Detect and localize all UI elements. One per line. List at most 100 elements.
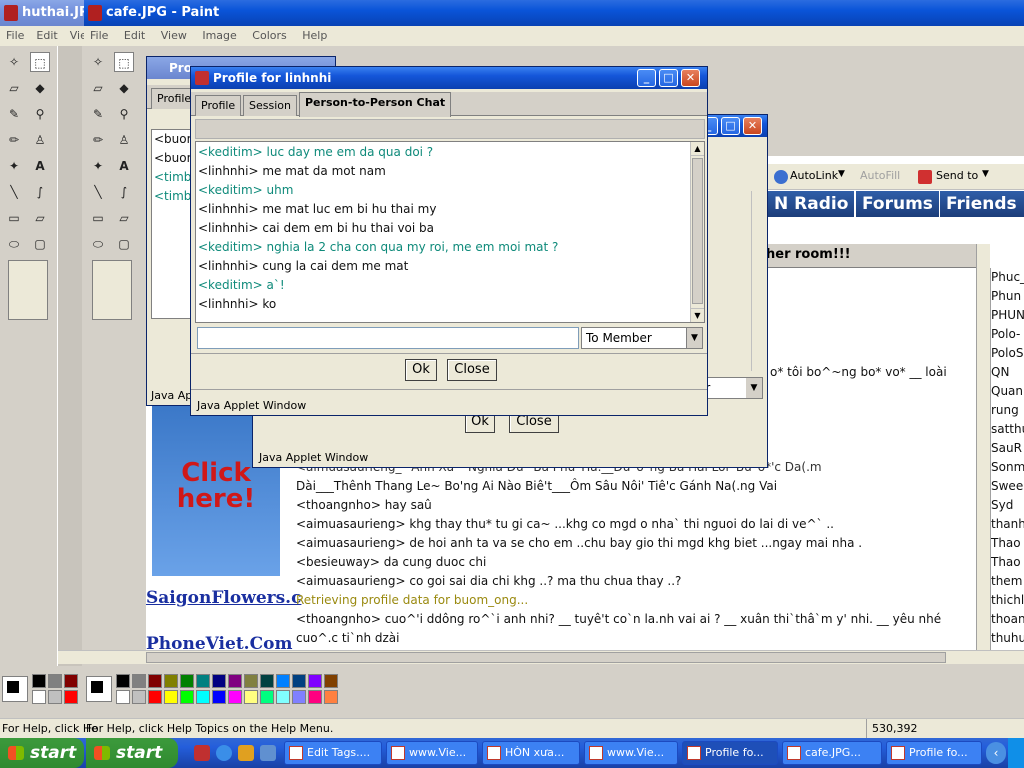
autofill-button[interactable]: AutoFill bbox=[860, 169, 900, 182]
link-saigonflowers[interactable]: SaigonFlowers.c bbox=[146, 588, 301, 608]
ellipse-icon[interactable]: ⬭ bbox=[4, 234, 24, 254]
app-quicklaunch-icon[interactable] bbox=[238, 745, 254, 761]
menu-view[interactable]: View bbox=[161, 29, 187, 42]
color-swatch[interactable] bbox=[212, 674, 226, 688]
paint-quicklaunch-icon[interactable] bbox=[194, 745, 210, 761]
hscroll-thumb[interactable] bbox=[146, 652, 946, 663]
user-item[interactable]: them bbox=[991, 572, 1024, 591]
color-swatch[interactable] bbox=[276, 674, 290, 688]
menu-edit[interactable]: Edit bbox=[36, 29, 57, 42]
polygon-icon[interactable]: ▱ bbox=[30, 208, 50, 228]
color-swatch[interactable] bbox=[48, 690, 62, 704]
tool-options-box[interactable] bbox=[92, 260, 132, 320]
pencil-icon[interactable]: ✏ bbox=[4, 130, 24, 150]
tab-session[interactable]: Session bbox=[243, 95, 297, 116]
fill-icon[interactable]: ◆ bbox=[114, 78, 134, 98]
chat-message-input[interactable] bbox=[197, 327, 579, 349]
minimize-icon[interactable]: _ bbox=[637, 69, 656, 87]
menu-help[interactable]: Help bbox=[302, 29, 327, 42]
color-swatch[interactable] bbox=[260, 690, 274, 704]
task-profile-1[interactable]: Profile fo... bbox=[682, 741, 778, 765]
chevron-down-icon[interactable]: ▼ bbox=[746, 378, 762, 398]
fill-icon[interactable]: ◆ bbox=[30, 78, 50, 98]
rectangle-icon[interactable]: ▭ bbox=[4, 208, 24, 228]
color-swatch[interactable] bbox=[324, 690, 338, 704]
user-item[interactable]: PHUN bbox=[991, 306, 1024, 325]
color-swatch[interactable] bbox=[180, 690, 194, 704]
color-swatch[interactable] bbox=[292, 674, 306, 688]
maximize-icon[interactable]: □ bbox=[721, 117, 740, 135]
user-list[interactable]: Phuc_ Phun PHUN Polo- PoloS QN Quan rung… bbox=[990, 268, 1024, 650]
send-to-button[interactable]: Send to bbox=[936, 169, 978, 182]
desktop-quicklaunch-icon[interactable] bbox=[260, 745, 276, 761]
color-swatch[interactable] bbox=[292, 690, 306, 704]
line-icon[interactable]: ╲ bbox=[4, 182, 24, 202]
user-item[interactable]: Swee bbox=[991, 477, 1024, 496]
tab-person-to-person-chat[interactable]: Person-to-Person Chat bbox=[299, 92, 452, 117]
canvas-hscrollbar[interactable] bbox=[58, 650, 1024, 664]
color-swatch[interactable] bbox=[132, 690, 146, 704]
color-swatch[interactable] bbox=[116, 690, 130, 704]
curve-icon[interactable]: ∫ bbox=[30, 182, 50, 202]
nav-radio[interactable]: N Radio bbox=[768, 191, 855, 217]
task-www-vie-1[interactable]: www.Vie... bbox=[386, 741, 478, 765]
color-swatch[interactable] bbox=[228, 674, 242, 688]
link-phoneviet[interactable]: PhoneViet.Com bbox=[146, 634, 292, 650]
color-swatch[interactable] bbox=[148, 674, 162, 688]
user-item[interactable]: Syd bbox=[991, 496, 1024, 515]
close-button[interactable]: Close bbox=[447, 359, 497, 381]
rounded-rect-icon[interactable]: ▢ bbox=[114, 234, 134, 254]
ok-button[interactable]: Ok bbox=[405, 359, 437, 381]
brush-icon[interactable]: ♙ bbox=[114, 130, 134, 150]
color-swatch[interactable] bbox=[308, 690, 322, 704]
start-button-2[interactable]: start bbox=[86, 738, 178, 768]
close-icon[interactable]: ✕ bbox=[681, 69, 700, 87]
user-item[interactable]: Thao bbox=[991, 534, 1024, 553]
free-select-icon[interactable]: ✧ bbox=[88, 52, 108, 72]
color-swatch[interactable] bbox=[116, 674, 130, 688]
color-swatch[interactable] bbox=[164, 674, 178, 688]
pencil-icon[interactable]: ✏ bbox=[88, 130, 108, 150]
task-www-vie-2[interactable]: www.Vie... bbox=[584, 741, 678, 765]
color-swatch[interactable] bbox=[132, 674, 146, 688]
menu-edit[interactable]: Edit bbox=[124, 29, 145, 42]
color-swatch[interactable] bbox=[180, 674, 194, 688]
ie-quicklaunch-icon[interactable] bbox=[216, 745, 232, 761]
color-swatch[interactable] bbox=[196, 674, 210, 688]
scroll-up-icon[interactable]: ▲ bbox=[691, 142, 704, 156]
tab-profile[interactable]: Profile bbox=[195, 95, 242, 116]
chevron-down-icon[interactable]: ▼ bbox=[838, 169, 845, 179]
line-icon[interactable]: ╲ bbox=[88, 182, 108, 202]
ellipse-icon[interactable]: ⬭ bbox=[88, 234, 108, 254]
nav-forums[interactable]: Forums bbox=[856, 191, 939, 217]
close-icon[interactable]: ✕ bbox=[743, 117, 762, 135]
user-item[interactable]: Quan bbox=[991, 382, 1024, 401]
start-button[interactable]: start bbox=[0, 738, 84, 768]
user-item[interactable]: Phun bbox=[991, 287, 1024, 306]
polygon-icon[interactable]: ▱ bbox=[114, 208, 134, 228]
user-item[interactable]: thanh bbox=[991, 515, 1024, 534]
color-swatch[interactable] bbox=[164, 690, 178, 704]
paint2-titlebar[interactable]: cafe.JPG - Paint bbox=[84, 0, 1024, 26]
scroll-thumb[interactable] bbox=[692, 158, 703, 304]
color-swatch[interactable] bbox=[48, 674, 62, 688]
picker-icon[interactable]: ✎ bbox=[4, 104, 24, 124]
tool-options-box[interactable] bbox=[8, 260, 48, 320]
taskbar-scroll-left-icon[interactable]: ‹ bbox=[986, 742, 1006, 764]
user-item[interactable]: satthu bbox=[991, 420, 1024, 439]
brush-icon[interactable]: ♙ bbox=[30, 130, 50, 150]
airbrush-icon[interactable]: ✦ bbox=[88, 156, 108, 176]
task-edit-tags[interactable]: Edit Tags.... bbox=[284, 741, 382, 765]
user-item[interactable]: thoan bbox=[991, 610, 1024, 629]
color-swatch[interactable] bbox=[308, 674, 322, 688]
menu-file[interactable]: File bbox=[90, 29, 108, 42]
color-swatch[interactable] bbox=[260, 674, 274, 688]
menu-colors[interactable]: Colors bbox=[252, 29, 286, 42]
scroll-down-icon[interactable]: ▼ bbox=[691, 308, 704, 322]
magnifier-icon[interactable]: ⚲ bbox=[114, 104, 134, 124]
menu-image[interactable]: Image bbox=[202, 29, 236, 42]
color-swatch[interactable] bbox=[32, 674, 46, 688]
user-item[interactable]: Sonm bbox=[991, 458, 1024, 477]
color-swatch[interactable] bbox=[64, 690, 78, 704]
curve-icon[interactable]: ∫ bbox=[114, 182, 134, 202]
